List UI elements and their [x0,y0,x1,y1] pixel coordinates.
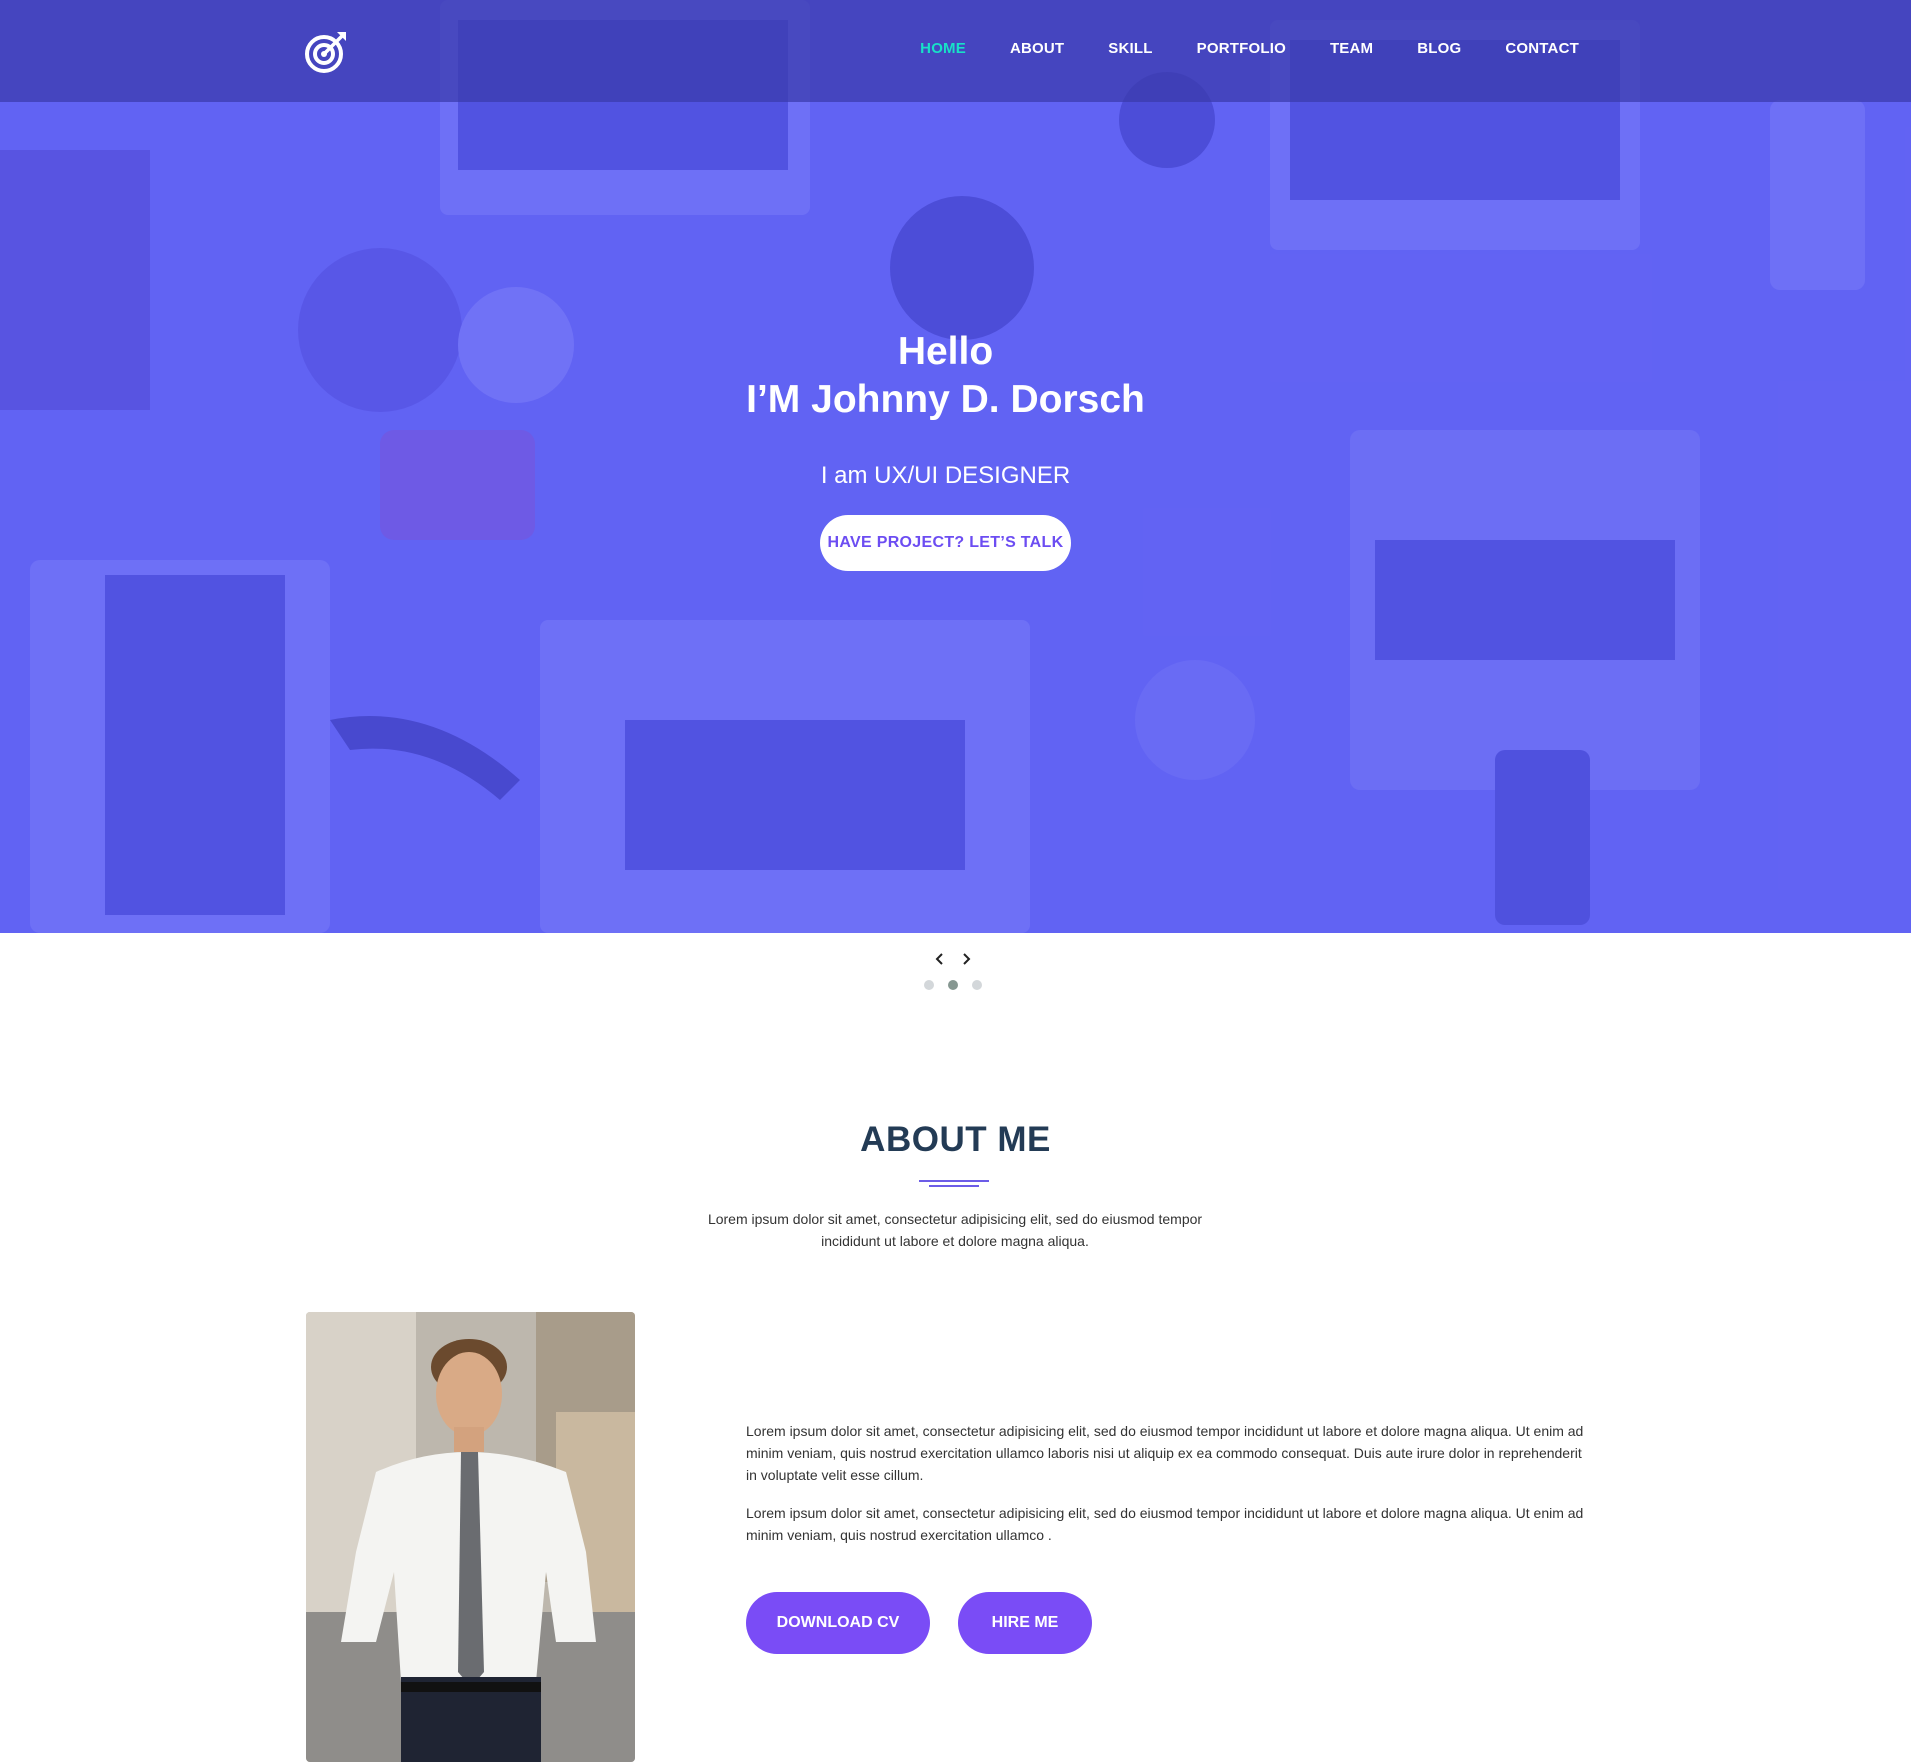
chevron-left-icon[interactable] [933,950,947,968]
slider-dot[interactable] [972,980,982,990]
hire-me-button[interactable]: HIRE ME [958,1592,1092,1654]
main-nav: HOME ABOUT SKILL PORTFOLIO TEAM BLOG CON… [876,40,1579,57]
hero-section: HOME ABOUT SKILL PORTFOLIO TEAM BLOG CON… [0,0,1911,933]
download-cv-button[interactable]: DOWNLOAD CV [746,1592,930,1654]
top-navbar: HOME ABOUT SKILL PORTFOLIO TEAM BLOG CON… [0,0,1911,102]
nav-item-home[interactable]: HOME [920,40,966,57]
target-arrow-icon[interactable] [304,30,348,74]
slider-dot[interactable] [924,980,934,990]
about-paragraph-2: Lorem ipsum dolor sit amet, consectetur … [746,1505,1584,1543]
hero-name: I’M Johnny D. Dorsch [746,378,1145,421]
about-body: Lorem ipsum dolor sit amet, consectetur … [746,1420,1596,1546]
hero-subtitle: I am UX/UI DESIGNER [820,462,1071,489]
slider-arrows [933,950,973,968]
nav-item-blog[interactable]: BLOG [1417,40,1461,57]
slider-dot-active[interactable] [948,980,958,990]
chevron-right-icon[interactable] [959,950,973,968]
profile-photo [306,1312,635,1762]
hero-greeting: Hello [897,330,994,373]
about-intro: Lorem ipsum dolor sit amet, consectetur … [707,1211,1203,1249]
nav-item-about[interactable]: ABOUT [1010,40,1064,57]
lets-talk-button[interactable]: HAVE PROJECT? LET’S TALK [820,515,1071,571]
nav-item-skill[interactable]: SKILL [1108,40,1152,57]
nav-item-contact[interactable]: CONTACT [1505,40,1579,57]
nav-item-portfolio[interactable]: PORTFOLIO [1197,40,1286,57]
hero-text-block: Hello I’M Johnny D. Dorsch I am UX/UI DE… [0,328,1891,491]
nav-item-team[interactable]: TEAM [1330,40,1373,57]
about-paragraph-1: Lorem ipsum dolor sit amet, consectetur … [746,1423,1584,1483]
about-title: ABOUT ME [860,1120,1051,1159]
title-divider [919,1180,989,1187]
slider-dots [924,980,982,990]
